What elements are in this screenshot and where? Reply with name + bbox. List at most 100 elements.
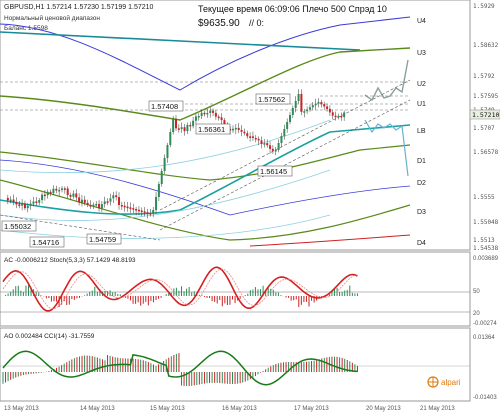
- price-tick: 1.54538: [473, 245, 499, 252]
- candle-body: [32, 201, 35, 204]
- candle-body: [212, 110, 215, 113]
- candle-body: [186, 124, 189, 132]
- level-label-d2: D2: [417, 180, 426, 187]
- candle-body: [26, 205, 29, 209]
- ac-scale-tick: 50: [473, 289, 480, 295]
- candle-body: [109, 198, 112, 202]
- candle-body: [75, 193, 78, 198]
- price-tick: 1.5929: [473, 3, 495, 10]
- candle-body: [95, 203, 98, 206]
- candle-body: [257, 138, 260, 141]
- candle-body: [237, 127, 240, 130]
- candle-body: [129, 207, 132, 209]
- price-tick: 1.5513: [473, 237, 495, 244]
- level-label-d3: D3: [417, 209, 426, 216]
- main-pane: [0, 0, 471, 251]
- candle-body: [283, 129, 286, 136]
- time-tick: 20 May 2013: [366, 406, 401, 412]
- level-label-d4: D4: [417, 240, 426, 247]
- candle-body: [52, 188, 55, 193]
- candle-body: [49, 191, 52, 194]
- candle-body: [143, 211, 146, 213]
- candle-body: [160, 171, 163, 184]
- ac-scale-tick: 20: [473, 311, 480, 317]
- price-tick: 1.5792: [473, 73, 495, 80]
- candle-body: [340, 115, 343, 118]
- candle-body: [251, 136, 254, 138]
- candle-body: [240, 129, 243, 132]
- price-tick: 1.57595: [473, 93, 499, 100]
- candle-body: [140, 210, 143, 213]
- candle-body: [61, 188, 63, 190]
- candle-body: [103, 201, 106, 205]
- candle-body: [234, 127, 237, 130]
- time-tick: 17 May 2013: [294, 406, 329, 412]
- candle-body: [280, 136, 283, 143]
- candle-body: [277, 143, 280, 150]
- time-tick: 21 May 2013: [420, 406, 455, 412]
- candle-body: [80, 199, 83, 203]
- timer-line: Текущее время 06:09:06 Плечо 500 Спрэд 1…: [198, 4, 387, 14]
- ac-scale-tick: 0.003689: [473, 256, 499, 262]
- price-tick: 1.5707: [473, 125, 495, 132]
- candle-body: [243, 131, 246, 134]
- candle-body: [152, 210, 155, 214]
- candle-body: [43, 194, 46, 197]
- candle-body: [106, 201, 109, 203]
- candle-body: [200, 112, 203, 116]
- candle-body: [266, 143, 269, 146]
- candle-body: [29, 203, 32, 206]
- candle-body: [115, 195, 118, 198]
- candle-body: [343, 112, 346, 118]
- candle-body: [297, 94, 300, 101]
- candle-body: [100, 204, 103, 209]
- candle-body: [18, 204, 21, 206]
- candle-body: [86, 202, 89, 205]
- candle-body: [132, 208, 135, 210]
- candle-body: [23, 203, 26, 209]
- price-annotation: 1.54716: [32, 238, 59, 247]
- candle-body: [303, 111, 306, 113]
- candle-body: [166, 145, 169, 158]
- ac-label: AC -0.0006212 Stoch(5,3,3) 57.1429 48.81…: [4, 257, 136, 264]
- candle-body: [337, 115, 340, 118]
- price-tick: 1.5555: [473, 194, 495, 201]
- candle-body: [46, 191, 49, 196]
- candle-body: [194, 116, 197, 121]
- candle-body: [83, 199, 86, 203]
- candle-body: [217, 116, 220, 119]
- level-label-u2: U2: [417, 81, 426, 88]
- candle-body: [112, 195, 115, 199]
- ao-scale-tick: 0.01364: [473, 335, 495, 341]
- candle-body: [21, 203, 24, 206]
- candle-body: [220, 117, 223, 121]
- candle-body: [289, 115, 291, 122]
- candle-body: [12, 199, 15, 202]
- candle-body: [35, 201, 38, 203]
- candle-body: [263, 143, 266, 145]
- candle-body: [175, 119, 177, 129]
- time-tick: 13 May 2013: [4, 406, 39, 412]
- candle-body: [172, 119, 175, 132]
- ao-label: AO 0.002484 CCI(14) -31.7559: [4, 333, 95, 340]
- price-annotation: 1.57562: [258, 95, 285, 104]
- candle-body: [331, 112, 334, 116]
- level-label-u3: U3: [417, 50, 426, 57]
- time-tick: 15 May 2013: [150, 406, 185, 412]
- trading-chart[interactable]: GBPUSD,H1 1.57214 1.57230 1.57199 1.5721…: [0, 0, 500, 413]
- price-annotation: 1.56145: [260, 167, 287, 176]
- candle-body: [169, 132, 172, 145]
- candle-body: [92, 204, 95, 207]
- level-label-u1: U1: [417, 101, 426, 108]
- symbol-line: GBPUSD,H1 1.57214 1.57230 1.57199 1.5721…: [4, 4, 154, 11]
- chart-canvas[interactable]: GBPUSD,H1 1.57214 1.57230 1.57199 1.5721…: [0, 0, 500, 413]
- candle-body: [9, 199, 12, 202]
- candle-body: [192, 120, 195, 127]
- balance: $9635.90: [198, 18, 240, 29]
- candle-body: [294, 101, 297, 108]
- candle-body: [291, 108, 294, 115]
- candle-body: [6, 197, 9, 201]
- candle-body: [320, 102, 323, 105]
- candle-body: [55, 188, 58, 191]
- candle-body: [308, 107, 311, 110]
